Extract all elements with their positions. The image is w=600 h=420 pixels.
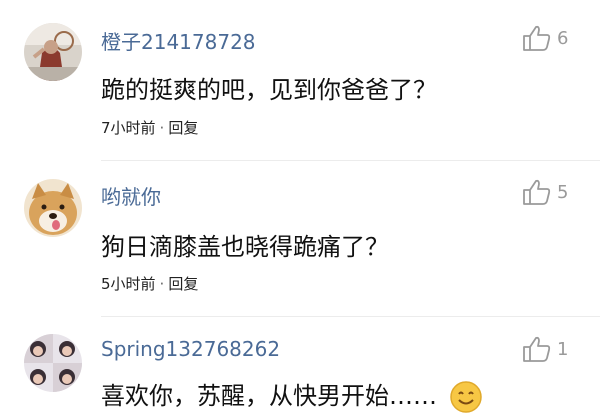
comment-time: 7小时前 [101, 119, 156, 137]
child-photo-avatar-icon [24, 23, 82, 81]
user-avatar[interactable] [24, 334, 82, 392]
username[interactable]: Spring132768262 [101, 337, 280, 361]
like-button[interactable]: 1 [522, 335, 568, 363]
comment-text-body: 喜欢你，苏醒，从快男开始…… [101, 382, 437, 410]
username[interactable]: 橙子214178728 [101, 26, 256, 55]
divider [101, 316, 600, 317]
smile-emoji-icon [449, 380, 483, 414]
like-button[interactable]: 5 [522, 178, 568, 206]
like-button[interactable]: 6 [522, 24, 568, 52]
thumbs-up-icon [523, 179, 551, 205]
comment-item: 哟就你 5 狗日滴膝盖也晓得跪痛了？ 5小时前 · 回复 [0, 170, 600, 318]
like-count: 1 [557, 338, 569, 360]
thumbs-up-icon [523, 336, 551, 362]
thumbs-up-icon [523, 25, 551, 51]
collage-photo-avatar-icon [24, 334, 82, 392]
user-avatar[interactable] [24, 179, 82, 237]
user-avatar[interactable] [24, 23, 82, 81]
comment-text: 狗日滴膝盖也晓得跪痛了？ [101, 233, 389, 261]
username[interactable]: 哟就你 [101, 181, 161, 210]
comment-item: 橙子214178728 6 跪的挺爽的吧，见到你爸爸了？ 7小时前 · 回复 [0, 0, 600, 170]
divider [101, 160, 600, 161]
comment-time: 5小时前 [101, 275, 156, 293]
comment-meta: 7小时前 · 回复 [101, 117, 198, 138]
reply-link[interactable]: 回复 [168, 119, 198, 137]
like-count: 5 [557, 181, 569, 203]
comment-text: 喜欢你，苏醒，从快男开始…… [101, 376, 483, 414]
like-count: 6 [557, 27, 569, 49]
meta-separator: · [159, 275, 165, 293]
shiba-dog-avatar-icon [24, 179, 82, 237]
comment-meta: 5小时前 · 回复 [101, 273, 198, 294]
reply-link[interactable]: 回复 [168, 275, 198, 293]
comment-text: 跪的挺爽的吧，见到你爸爸了？ [101, 76, 437, 104]
comment-item: Spring132768262 1 喜欢你，苏醒，从快男开始…… [0, 318, 600, 413]
meta-separator: · [159, 119, 165, 137]
